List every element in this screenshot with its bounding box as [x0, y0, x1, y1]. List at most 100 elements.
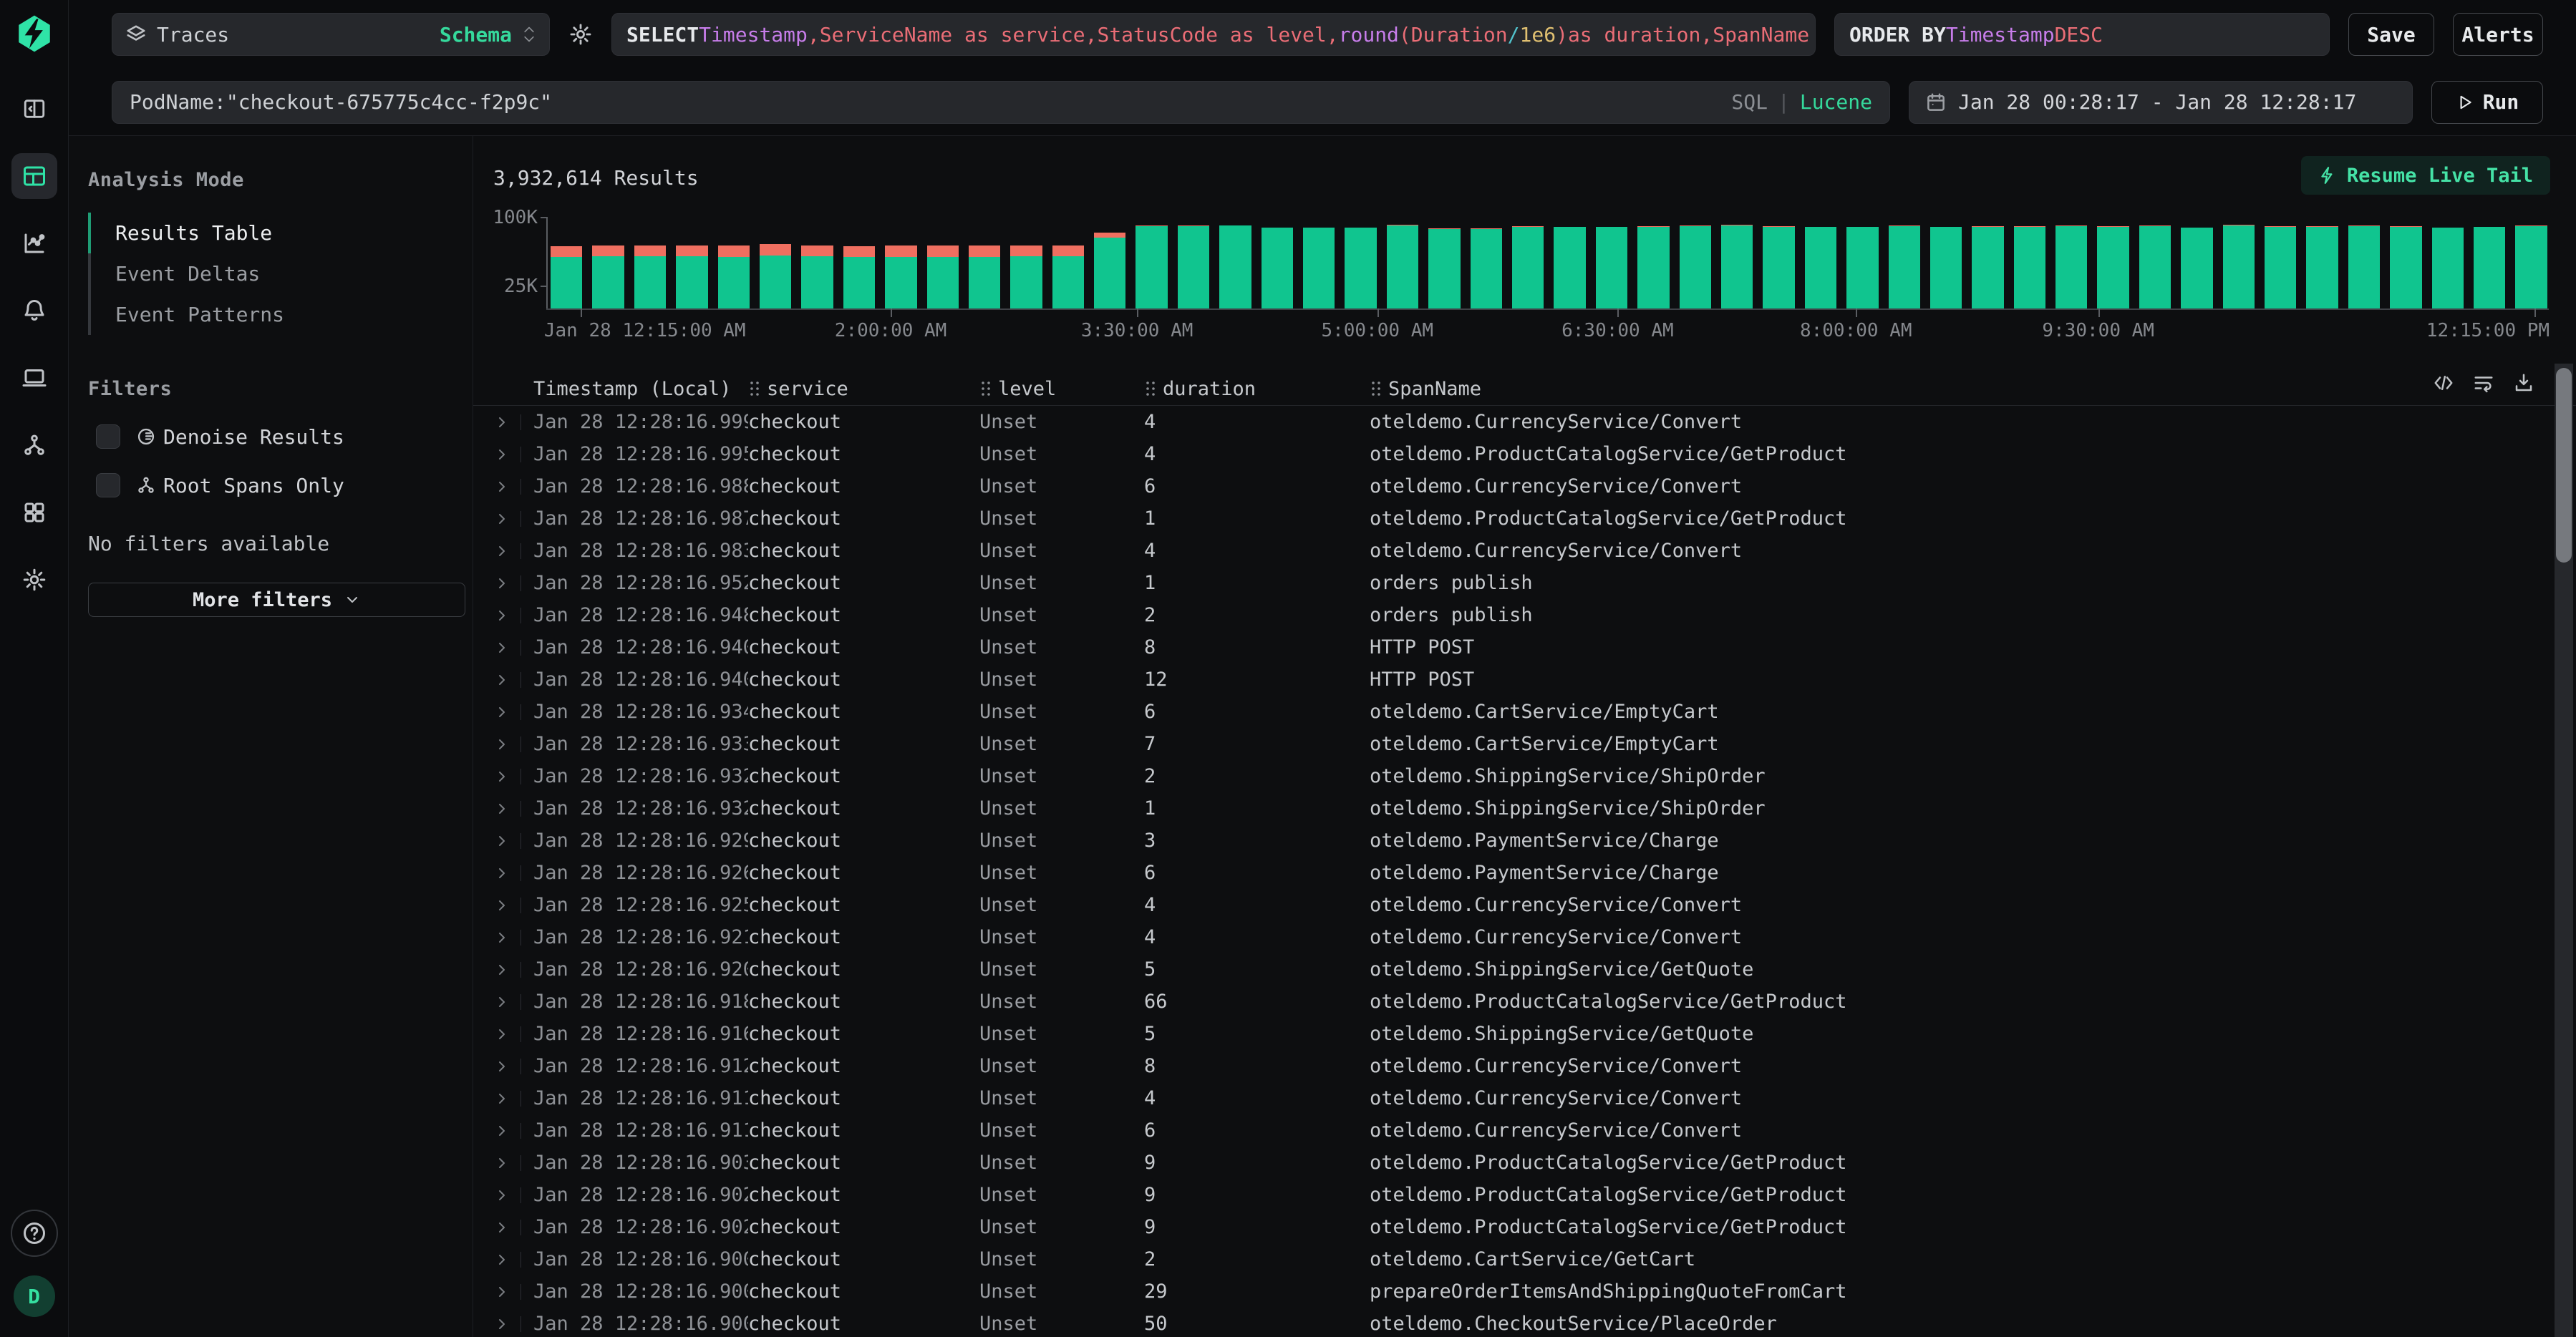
expand-row-icon[interactable]: [493, 478, 510, 495]
expand-row-icon[interactable]: [493, 768, 510, 785]
expand-row-icon[interactable]: [493, 1090, 510, 1107]
histogram-bar[interactable]: [676, 245, 707, 308]
expand-row-icon[interactable]: [493, 1187, 510, 1204]
table-row[interactable]: Jan 28 12:28:16.952 PMcheckoutUnset1orde…: [473, 567, 2547, 599]
histogram-bar[interactable]: [1512, 226, 1544, 308]
expand-row-icon[interactable]: [493, 1283, 510, 1300]
table-row[interactable]: Jan 28 12:28:16.987 PMcheckoutUnset1otel…: [473, 502, 2547, 535]
expand-row-icon[interactable]: [493, 446, 510, 463]
search-input[interactable]: [130, 90, 1718, 114]
table-row[interactable]: Jan 28 12:28:16.903 PMcheckoutUnset9otel…: [473, 1147, 2547, 1179]
table-row[interactable]: Jan 28 12:28:16.948 PMcheckoutUnset2orde…: [473, 599, 2547, 631]
expand-row-icon[interactable]: [493, 1154, 510, 1172]
table-row[interactable]: Jan 28 12:28:16.921 PMcheckoutUnset4otel…: [473, 921, 2547, 953]
analysis-mode-item-results-table[interactable]: Results Table: [88, 213, 473, 253]
expand-row-icon[interactable]: [493, 993, 510, 1011]
histogram-bar[interactable]: [1219, 225, 1251, 308]
expand-row-icon[interactable]: [493, 961, 510, 978]
run-button[interactable]: Run: [2431, 81, 2543, 124]
table-scrollbar[interactable]: [2555, 364, 2573, 1337]
expand-row-icon[interactable]: [493, 865, 510, 882]
drag-handle-icon[interactable]: [1370, 379, 1383, 398]
table-row[interactable]: Jan 28 12:28:16.918 PMcheckoutUnset66ote…: [473, 986, 2547, 1018]
expand-row-icon[interactable]: [493, 1122, 510, 1139]
expand-row-icon[interactable]: [493, 575, 510, 592]
histogram-bar[interactable]: [843, 246, 875, 308]
expand-row-icon[interactable]: [493, 543, 510, 560]
alerts-bell-icon[interactable]: [11, 288, 57, 334]
app-logo-icon[interactable]: [14, 13, 55, 54]
date-range-picker[interactable]: Jan 28 00:28:17 - Jan 28 12:28:17: [1909, 81, 2413, 124]
save-button[interactable]: Save: [2348, 13, 2434, 56]
histogram-bar[interactable]: [1345, 228, 1376, 308]
histogram-bar[interactable]: [1303, 228, 1335, 308]
expand-row-icon[interactable]: [493, 1026, 510, 1043]
resume-live-tail-button[interactable]: Resume Live Tail: [2301, 156, 2550, 195]
histogram-bar[interactable]: [1805, 227, 1836, 308]
histogram-bar[interactable]: [1387, 225, 1418, 308]
histogram-bar[interactable]: [1471, 228, 1502, 308]
collapse-sidebar-icon[interactable]: [11, 86, 57, 132]
view-source-code-icon[interactable]: [2433, 372, 2454, 394]
alerts-button[interactable]: Alerts: [2453, 13, 2543, 56]
histogram-bar[interactable]: [2432, 228, 2464, 308]
column-header-service[interactable]: service: [748, 378, 979, 400]
histogram-bar[interactable]: [1010, 245, 1042, 308]
table-row[interactable]: Jan 28 12:28:16.911 PMcheckoutUnset4otel…: [473, 1082, 2547, 1114]
histogram-bar[interactable]: [1262, 228, 1293, 308]
table-row[interactable]: Jan 28 12:28:16.999 PMcheckoutUnset4otel…: [473, 406, 2547, 438]
help-icon[interactable]: [11, 1210, 58, 1257]
download-icon[interactable]: [2513, 372, 2534, 394]
table-row[interactable]: Jan 28 12:28:16.932 PMcheckoutUnset2otel…: [473, 760, 2547, 792]
histogram-bar[interactable]: [2014, 226, 2045, 308]
column-header-duration[interactable]: duration: [1144, 378, 1370, 400]
analysis-mode-item-event-patterns[interactable]: Event Patterns: [88, 294, 473, 335]
table-row[interactable]: Jan 28 12:28:16.929 PMcheckoutUnset3otel…: [473, 825, 2547, 857]
scrollbar-thumb[interactable]: [2556, 368, 2572, 563]
histogram-bar[interactable]: [801, 245, 833, 308]
filter-root-spans[interactable]: Root Spans Only: [88, 473, 473, 497]
expand-row-icon[interactable]: [493, 832, 510, 850]
histogram-bar[interactable]: [2056, 225, 2087, 308]
denoise-checkbox[interactable]: [96, 424, 120, 449]
table-row[interactable]: Jan 28 12:28:16.934 PMcheckoutUnset6otel…: [473, 696, 2547, 728]
table-row[interactable]: Jan 28 12:28:16.988 PMcheckoutUnset6otel…: [473, 470, 2547, 502]
expand-row-icon[interactable]: [493, 510, 510, 527]
histogram-bar[interactable]: [1428, 228, 1460, 308]
histogram-bar[interactable]: [592, 245, 624, 308]
root-spans-checkbox[interactable]: [96, 473, 120, 497]
table-row[interactable]: Jan 28 12:28:16.916 PMcheckoutUnset5otel…: [473, 1018, 2547, 1050]
client-sessions-icon[interactable]: [11, 355, 57, 401]
expand-row-icon[interactable]: [493, 1316, 510, 1333]
filter-denoise-results[interactable]: Denoise Results: [88, 424, 473, 449]
histogram-bar[interactable]: [718, 245, 750, 308]
histogram-bar[interactable]: [969, 245, 1000, 308]
table-row[interactable]: Jan 28 12:28:16.920 PMcheckoutUnset5otel…: [473, 953, 2547, 986]
histogram-bar[interactable]: [1763, 226, 1794, 308]
expand-row-icon[interactable]: [493, 897, 510, 914]
histogram-bar[interactable]: [2265, 226, 2296, 308]
analysis-mode-item-event-deltas[interactable]: Event Deltas: [88, 253, 473, 294]
expand-row-icon[interactable]: [493, 671, 510, 689]
table-row[interactable]: Jan 28 12:28:16.926 PMcheckoutUnset6otel…: [473, 857, 2547, 889]
histogram-bar[interactable]: [1136, 225, 1167, 308]
table-row[interactable]: Jan 28 12:28:16.940 PMcheckoutUnset8HTTP…: [473, 631, 2547, 663]
table-row[interactable]: Jan 28 12:28:16.900 PMcheckoutUnset2otel…: [473, 1243, 2547, 1275]
table-row[interactable]: Jan 28 12:28:16.912 PMcheckoutUnset8otel…: [473, 1050, 2547, 1082]
source-select[interactable]: Traces Schema: [112, 13, 550, 56]
drag-handle-icon[interactable]: [1144, 379, 1157, 398]
histogram-bar[interactable]: [2306, 226, 2338, 308]
table-row[interactable]: Jan 28 12:28:16.933 PMcheckoutUnset7otel…: [473, 728, 2547, 760]
column-header-spanname[interactable]: SpanName: [1370, 378, 2490, 400]
expand-row-icon[interactable]: [493, 800, 510, 817]
table-row[interactable]: Jan 28 12:28:16.925 PMcheckoutUnset4otel…: [473, 889, 2547, 921]
histogram-bar[interactable]: [1930, 227, 1962, 308]
histogram-bar[interactable]: [1596, 227, 1627, 308]
histogram-bar[interactable]: [2474, 227, 2505, 308]
expand-row-icon[interactable]: [493, 929, 510, 946]
settings-gear-icon[interactable]: [11, 557, 57, 603]
wrap-lines-icon[interactable]: [2473, 372, 2494, 394]
expand-row-icon[interactable]: [493, 1058, 510, 1075]
drag-handle-icon[interactable]: [979, 379, 992, 398]
histogram-bar[interactable]: [551, 246, 582, 308]
